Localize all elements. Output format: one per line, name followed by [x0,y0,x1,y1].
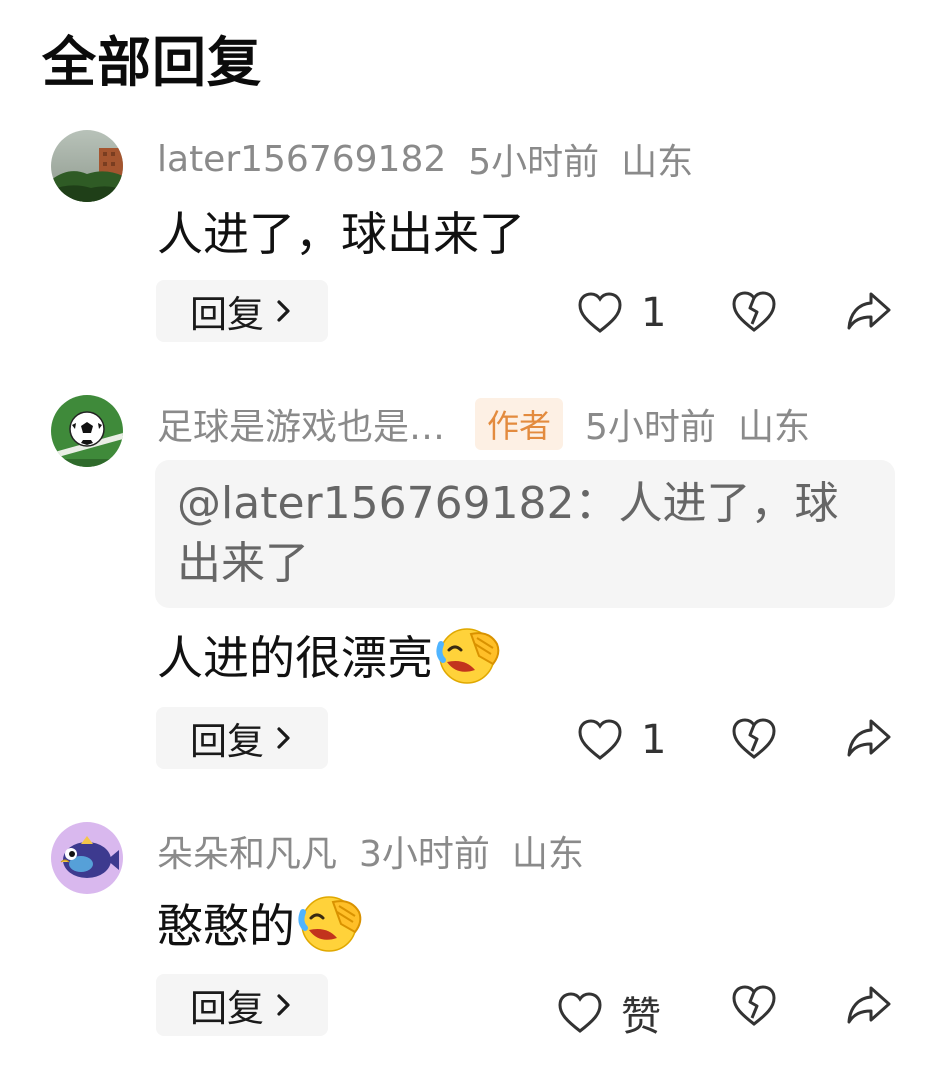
laughing-crying-emoji [436,628,500,684]
comment-meta: 足球是游戏也是… 作者 5小时前 山东 [157,398,810,450]
location: 山东 [737,407,810,448]
share-arrow-icon [847,292,891,330]
chevron-right-icon [277,994,290,1016]
reply-button-label: 回复 [190,720,264,763]
page-title: 全部回复 [42,31,262,94]
share-arrow-icon [847,719,891,757]
location: 山东 [511,834,584,875]
dislike-button[interactable] [731,290,777,334]
share-button[interactable] [845,290,893,332]
heart-outline-icon [558,992,602,1033]
comment-text-body: 人进了，球出来了 [157,207,525,261]
like-label: 赞 [621,994,661,1040]
avatar[interactable] [51,822,123,894]
comment-text: 人进的很漂亮 [157,622,505,688]
reply-button-label: 回复 [190,987,264,1030]
comment-meta: 朵朵和凡凡 3小时前 山东 [157,825,584,877]
comment-text: 人进了，球出来了 [157,198,525,264]
comment-text-body: 人进的很漂亮 [157,631,433,685]
timestamp: 5小时前 [585,407,716,448]
timestamp: 3小时前 [359,834,490,875]
comment-meta: later156769182 5小时前 山东 [157,133,693,185]
reply-button[interactable]: 回复 [156,280,328,342]
share-button[interactable] [845,717,893,759]
like-count: 1 [641,290,667,336]
laughing-crying-emoji [298,896,362,952]
username[interactable]: 足球是游戏也是… [157,398,445,450]
chevron-right-icon [277,300,290,322]
chevron-right-icon [277,727,290,749]
dislike-button[interactable] [731,984,777,1028]
quoted-reply[interactable]: @later156769182：人进了，球出来了 [155,460,895,608]
author-badge: 作者 [475,398,564,450]
share-arrow-icon [847,986,891,1024]
broken-heart-icon [732,985,776,1026]
location: 山东 [621,142,694,183]
reply-button[interactable]: 回复 [156,974,328,1036]
reply-button[interactable]: 回复 [156,707,328,769]
username[interactable]: later156769182 [157,139,446,180]
timestamp: 5小时前 [468,142,600,183]
like-button[interactable]: 赞 [557,984,661,1042]
like-button[interactable]: 1 [577,290,666,336]
avatar[interactable] [51,395,123,467]
dislike-button[interactable] [731,717,777,761]
heart-outline-icon [578,719,622,760]
username[interactable]: 朵朵和凡凡 [157,825,337,877]
reply-button-label: 回复 [190,293,264,336]
share-button[interactable] [845,984,893,1026]
heart-outline-icon [578,292,622,333]
like-button[interactable]: 1 [577,717,666,763]
like-count: 1 [641,717,667,763]
broken-heart-icon [732,291,776,332]
comment-text-body: 憨憨的 [157,899,295,953]
avatar[interactable] [51,130,123,202]
broken-heart-icon [732,718,776,759]
comment-text: 憨憨的 [157,890,367,956]
